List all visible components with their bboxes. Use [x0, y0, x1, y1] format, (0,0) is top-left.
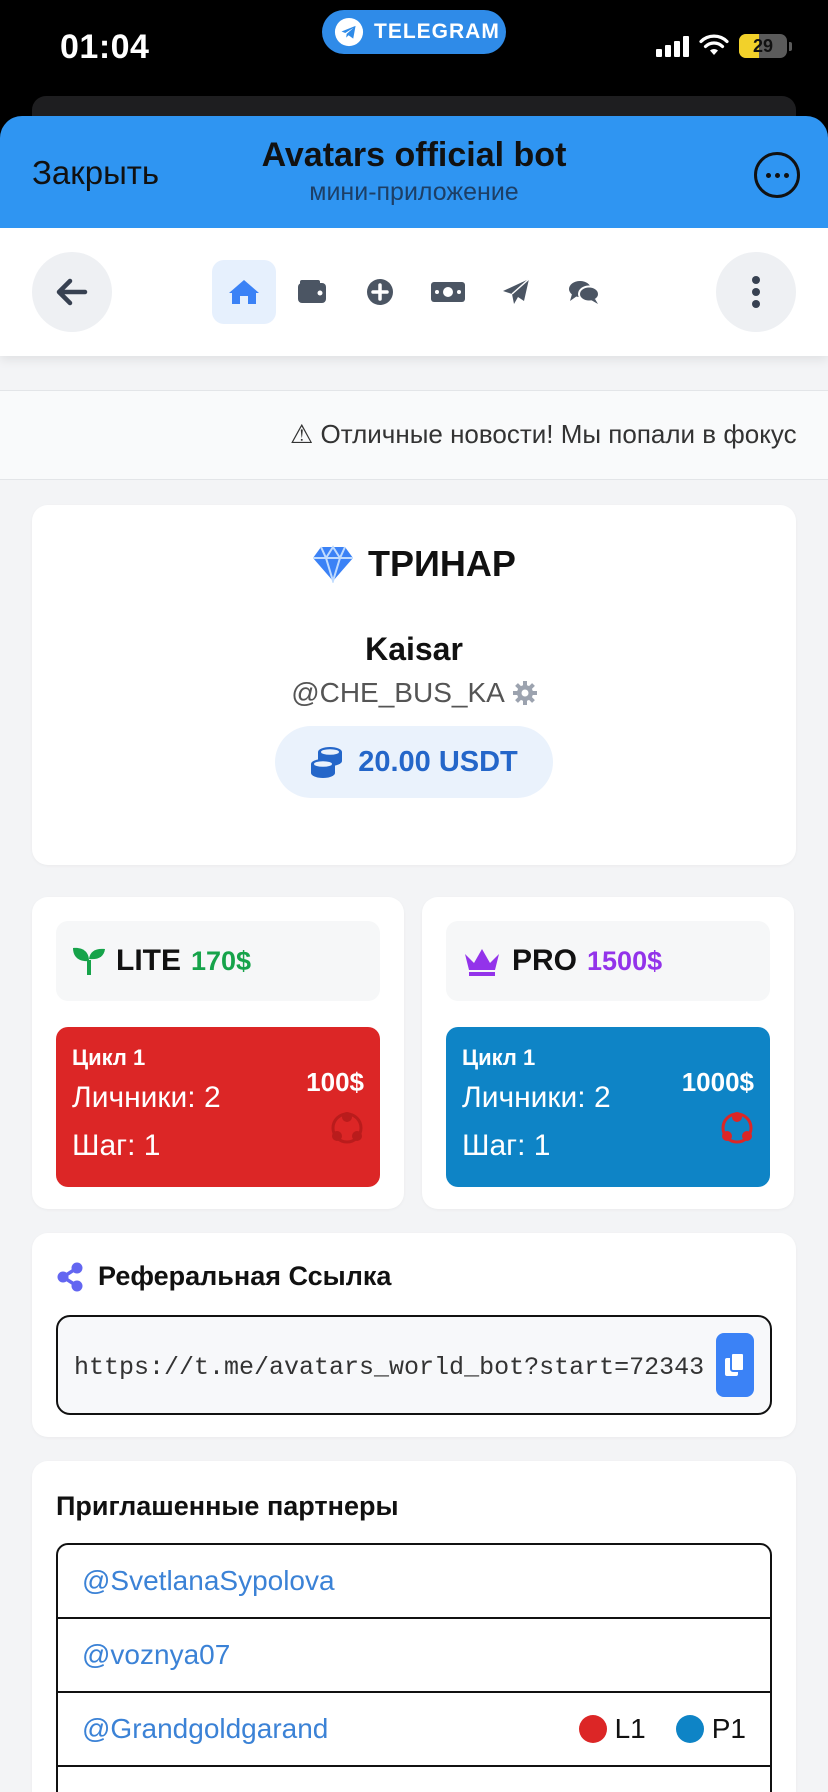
gear-icon[interactable]	[512, 681, 537, 705]
partners-list: @SvetlanaSypolova @voznya07 @Grandgoldga…	[56, 1543, 772, 1792]
plan-header: PRO 1500$	[446, 921, 770, 1001]
status-time: 01:04	[60, 28, 150, 66]
plus-circle-icon	[367, 279, 393, 305]
comments-icon	[569, 281, 600, 304]
cycle-box: Цикл 1 Личники: 2 Шаг: 1 100$	[56, 1027, 380, 1187]
home-icon	[229, 280, 259, 304]
plan-card-pro[interactable]: PRO 1500$ Цикл 1 Личники: 2 Шаг: 1 1000$	[422, 897, 794, 1209]
vertical-dots-icon	[752, 276, 760, 308]
cycle-title: Цикл 1	[462, 1045, 536, 1070]
cycle-amount: 1000$	[681, 1067, 754, 1097]
copy-icon	[725, 1352, 745, 1376]
list-item[interactable]: @Grandgoldgarand L1 P1	[58, 1693, 770, 1767]
nav-home[interactable]	[212, 260, 276, 324]
wifi-icon	[699, 34, 729, 55]
nav-money[interactable]	[416, 260, 480, 324]
tier-heading: ТРИНАР	[32, 543, 796, 585]
cycle-step: Шаг: 1	[462, 1129, 551, 1162]
mini-app: ⚠ Отличные новости! Мы попали в фокус ТР…	[0, 228, 828, 1792]
gem-icon	[313, 545, 354, 583]
telegram-pill[interactable]: TELEGRAM	[322, 10, 506, 54]
menu-button[interactable]	[716, 252, 796, 332]
referral-title-row: Реферальная Ссылка	[56, 1261, 391, 1292]
partners-title: Приглашенные партнеры	[56, 1491, 399, 1521]
arrow-left-icon	[56, 278, 88, 306]
copy-button[interactable]	[716, 1333, 754, 1397]
cycle-step: Шаг: 1	[72, 1129, 161, 1162]
tier-name: ТРИНАР	[368, 543, 516, 584]
paper-plane-icon	[503, 278, 530, 304]
nav-chat[interactable]	[552, 260, 616, 324]
signal-icon	[656, 35, 689, 57]
badge-label: L1	[614, 1713, 646, 1744]
partner-handle[interactable]: @voznya07	[82, 1639, 230, 1671]
news-ticker: ⚠ Отличные новости! Мы попали в фокус	[0, 390, 828, 480]
badge-l1: L1	[578, 1713, 646, 1745]
badge-p1: P1	[675, 1713, 746, 1745]
plan-name: LITE	[116, 944, 181, 977]
ticker-text: ⚠ Отличные новости! Мы попали в фокус	[290, 419, 797, 449]
list-item[interactable]	[58, 1767, 770, 1792]
red-dot-icon	[578, 1715, 607, 1743]
referral-card: Реферальная Ссылка https://t.me/avatars_…	[32, 1233, 796, 1437]
badge-label: P1	[711, 1713, 746, 1744]
more-options-button[interactable]	[754, 152, 800, 198]
user-handle: @CHE_BUS_KA	[291, 677, 505, 708]
network-icon	[331, 1112, 363, 1144]
coins-icon	[311, 747, 343, 778]
battery-icon: 29	[739, 34, 787, 58]
cycle-personal: Личники: 2	[72, 1081, 221, 1114]
bot-title: Avatars official bot	[261, 136, 567, 174]
list-item[interactable]: @SvetlanaSypolova	[58, 1545, 770, 1619]
profile-card: ТРИНАР Kaisar @CHE_BUS_KA 20.00 USDT	[32, 505, 796, 865]
plan-price: 170$	[191, 945, 252, 976]
cycle-title: Цикл 1	[72, 1045, 146, 1070]
partners-card: Приглашенные партнеры @SvetlanaSypolova …	[32, 1461, 796, 1792]
plan-price: 1500$	[587, 945, 663, 976]
bot-subtitle: мини-приложение	[309, 178, 519, 206]
partner-badges: L1 P1	[561, 1713, 746, 1745]
partner-handle[interactable]: @SvetlanaSypolova	[82, 1565, 335, 1597]
share-icon	[57, 1262, 83, 1291]
battery-level: 29	[752, 35, 774, 56]
nav-bar	[0, 228, 828, 356]
status-bar: 01:04 TELEGRAM 29	[0, 0, 828, 100]
referral-link-field[interactable]: https://t.me/avatars_world_bot?start=723…	[56, 1315, 772, 1415]
nav-wallet[interactable]	[280, 260, 344, 324]
money-bill-icon	[431, 282, 465, 302]
wallet-icon	[298, 280, 326, 303]
balance-badge: 20.00 USDT	[275, 726, 553, 798]
cycle-amount: 100$	[306, 1067, 364, 1097]
plan-header: LITE 170$	[56, 921, 380, 1001]
nav-add[interactable]	[348, 260, 412, 324]
list-item[interactable]: @voznya07	[58, 1619, 770, 1693]
user-name: Kaisar	[365, 631, 463, 667]
telegram-pill-label: TELEGRAM	[374, 20, 500, 43]
user-handle-row: @CHE_BUS_KA	[32, 677, 796, 709]
telegram-header: Закрыть Avatars official bot мини-прилож…	[0, 116, 828, 228]
partner-handle[interactable]: @Grandgoldgarand	[82, 1713, 328, 1745]
referral-title: Реферальная Ссылка	[98, 1261, 392, 1291]
balance-value: 20.00 USDT	[358, 745, 518, 778]
plan-name: PRO	[512, 944, 578, 977]
crown-icon	[465, 949, 499, 976]
network-icon	[721, 1112, 753, 1144]
seedling-icon	[73, 947, 105, 975]
blue-dot-icon	[675, 1715, 704, 1743]
referral-url[interactable]: https://t.me/avatars_world_bot?start=723…	[74, 1353, 704, 1382]
cycle-personal: Личники: 2	[462, 1081, 611, 1114]
cycle-box: Цикл 1 Личники: 2 Шаг: 1 1000$	[446, 1027, 770, 1187]
back-button[interactable]	[32, 252, 112, 332]
plan-card-lite[interactable]: LITE 170$ Цикл 1 Личники: 2 Шаг: 1 100$	[32, 897, 404, 1209]
status-icons: 29	[656, 34, 792, 58]
nav-icons	[212, 260, 616, 324]
nav-send[interactable]	[484, 260, 548, 324]
telegram-icon	[334, 17, 364, 47]
